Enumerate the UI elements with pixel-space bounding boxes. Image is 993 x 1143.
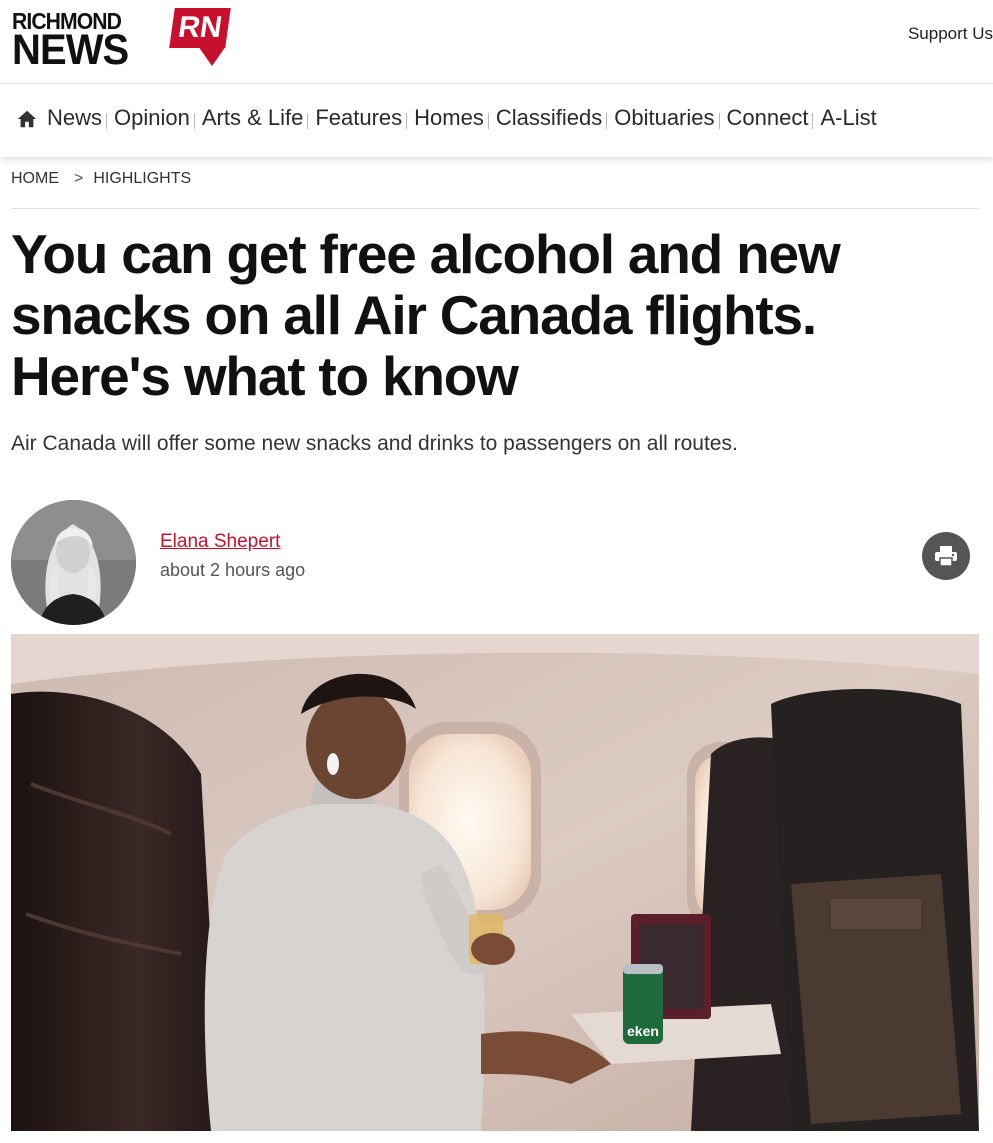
article-hero-image: eken (11, 634, 979, 1131)
nav-item-obituaries[interactable]: Obituaries (614, 105, 714, 131)
print-button[interactable] (922, 532, 970, 580)
nav-divider (487, 112, 489, 129)
nav-divider (606, 112, 608, 129)
logo-text-bottom: NEWS (12, 26, 129, 74)
nav-item-classifieds[interactable]: Classifieds (496, 105, 602, 131)
nav-item-a-list[interactable]: A-List (820, 105, 876, 131)
nav-item-connect[interactable]: Connect (727, 105, 809, 131)
nav-divider (406, 112, 408, 129)
breadcrumb-separator: > (74, 170, 84, 187)
author-avatar[interactable] (11, 500, 136, 625)
home-icon[interactable] (16, 108, 38, 130)
breadcrumb-home[interactable]: HOME (11, 170, 59, 188)
nav-divider (718, 112, 720, 129)
main-nav: News Opinion Arts & Life Features Homes … (0, 85, 993, 157)
nav-item-arts-life[interactable]: Arts & Life (202, 105, 303, 131)
author-name-link[interactable]: Elana Shepert (160, 531, 280, 553)
breadcrumb: HOME > HIGHLIGHTS (11, 170, 191, 188)
article-headline: You can get free alcohol and new snacks … (11, 223, 841, 407)
beer-can-label: eken (627, 1023, 659, 1039)
nav-divider (193, 112, 195, 129)
site-logo[interactable]: RICHMOND NEWS RN (12, 8, 232, 72)
published-time: about 2 hours ago (160, 560, 306, 580)
site-header: RICHMOND NEWS RN Support Us (0, 0, 993, 84)
breadcrumb-highlights[interactable]: HIGHLIGHTS (93, 170, 191, 188)
nav-item-news[interactable]: News (47, 105, 102, 131)
nav-item-opinion[interactable]: Opinion (114, 105, 190, 131)
article-subhead: Air Canada will offer some new snacks an… (11, 432, 738, 455)
logo-badge: RN (169, 8, 231, 48)
breadcrumb-divider (11, 208, 979, 209)
support-us-link[interactable]: Support Us (908, 24, 993, 44)
nav-divider (307, 112, 309, 129)
logo-badge-tail (198, 46, 226, 66)
nav-divider (106, 112, 108, 129)
printer-icon (935, 546, 957, 567)
nav-item-features[interactable]: Features (315, 105, 402, 131)
nav-item-homes[interactable]: Homes (414, 105, 484, 131)
nav-divider (812, 112, 814, 129)
